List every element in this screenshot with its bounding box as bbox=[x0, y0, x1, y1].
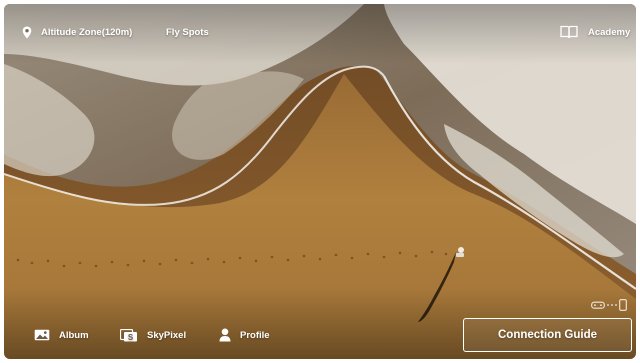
skypixel-label: SkyPixel bbox=[147, 329, 187, 341]
svg-text:S: S bbox=[128, 332, 134, 341]
fly-spots-button[interactable]: Fly Spots bbox=[166, 23, 209, 41]
academy-label: Academy bbox=[588, 26, 631, 38]
album-button[interactable]: Album bbox=[34, 327, 89, 343]
profile-button[interactable]: Profile bbox=[219, 327, 270, 343]
location-pin-icon bbox=[22, 26, 32, 38]
skypixel-button[interactable]: S SkyPixel bbox=[120, 327, 186, 343]
skypixel-icon: S bbox=[120, 328, 137, 341]
image-icon bbox=[34, 329, 50, 341]
home-screen: Altitude Zone(120m) Fly Spots Academy Al… bbox=[4, 4, 636, 359]
altitude-zone-button[interactable]: Altitude Zone(120m) bbox=[22, 23, 132, 41]
profile-label: Profile bbox=[240, 329, 270, 341]
fly-spots-label: Fly Spots bbox=[166, 26, 209, 38]
connection-guide-label: Connection Guide bbox=[497, 329, 598, 341]
person-icon bbox=[219, 328, 231, 342]
top-bar: Altitude Zone(120m) Fly Spots Academy bbox=[4, 4, 636, 60]
album-label: Album bbox=[59, 329, 89, 341]
academy-button[interactable]: Academy bbox=[560, 23, 630, 41]
book-icon bbox=[560, 25, 578, 39]
connection-guide-button[interactable]: Connection Guide bbox=[463, 318, 632, 352]
altitude-zone-label: Altitude Zone(120m) bbox=[41, 26, 133, 38]
